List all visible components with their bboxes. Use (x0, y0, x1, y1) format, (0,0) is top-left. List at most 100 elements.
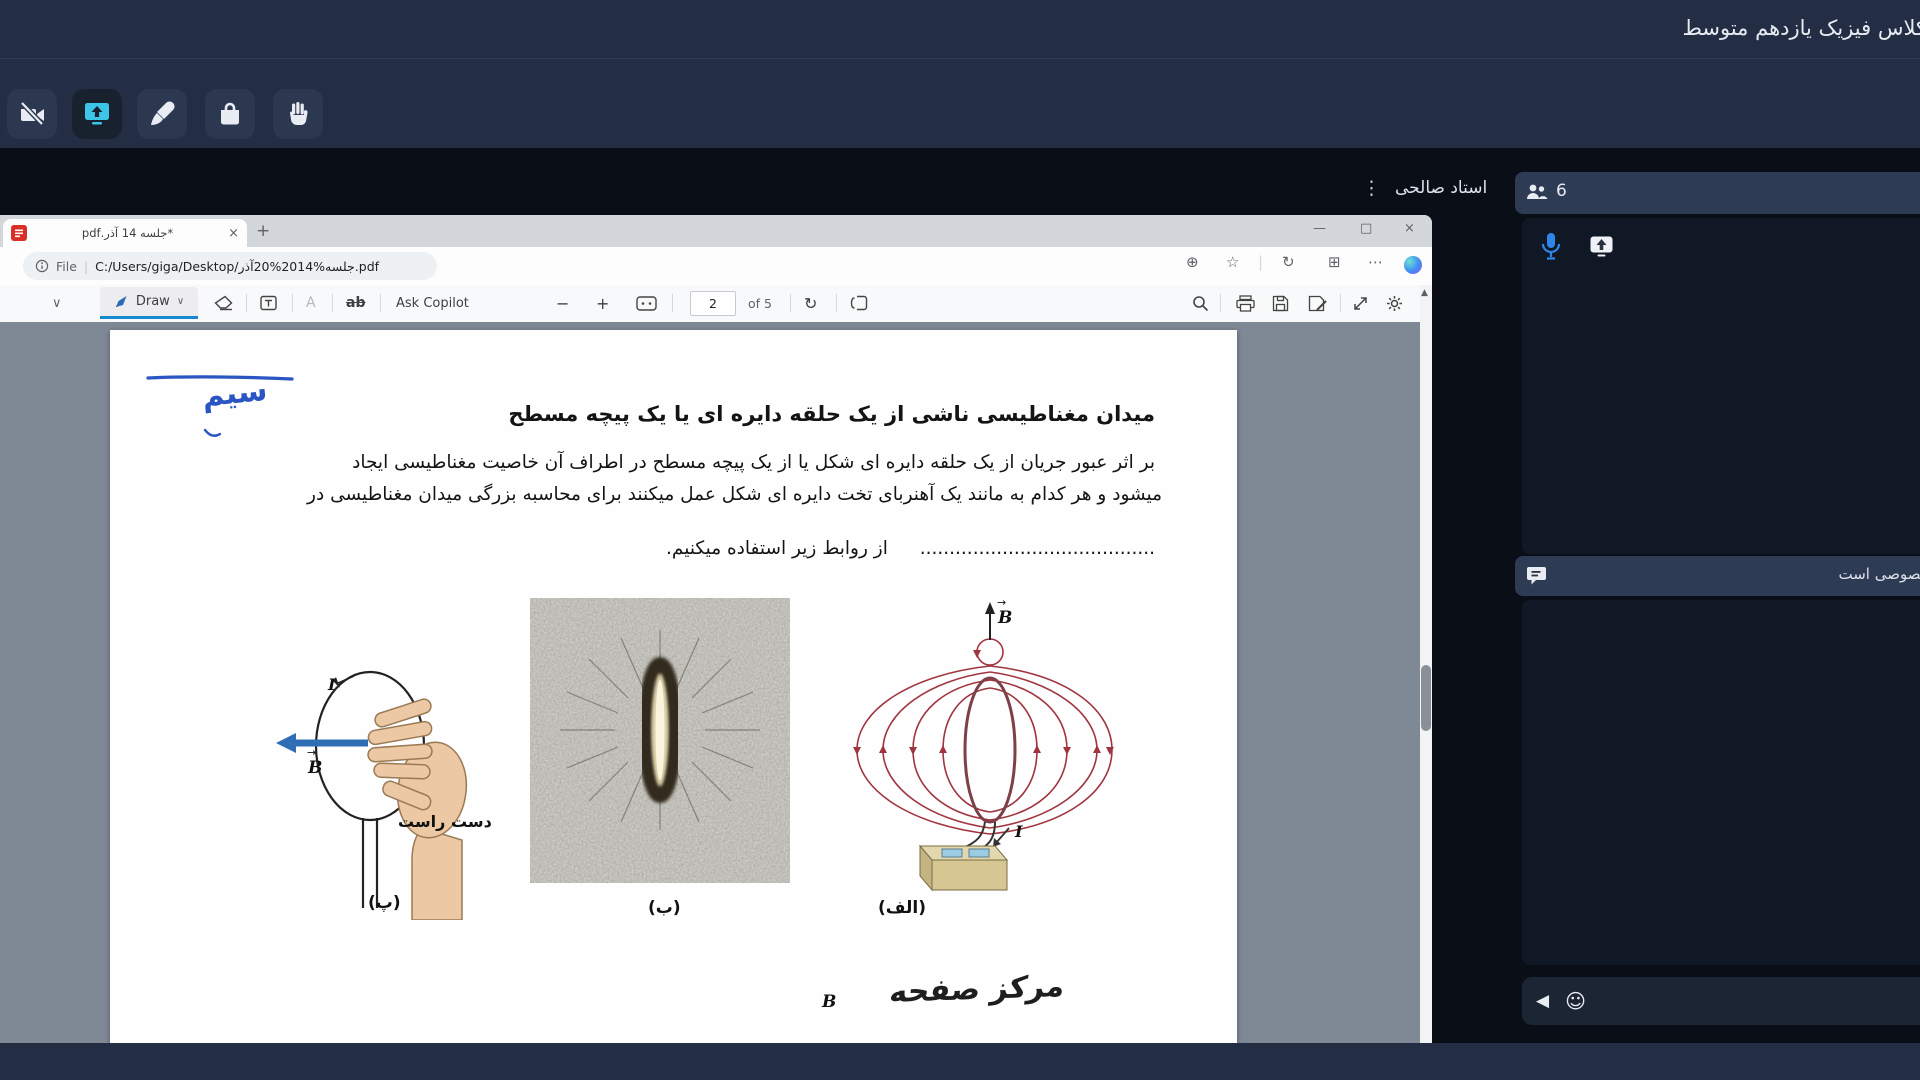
meeting-title-bar: کلاس فیزیک یازدهم متوسط (0, 0, 1920, 58)
divider (332, 294, 333, 312)
pdf-document-area: سیم میدان مغناطیسی ناشی از یک حلقه دایره… (0, 322, 1420, 1080)
rotate-icon[interactable]: ↻ (804, 285, 817, 321)
divider (836, 294, 837, 312)
draw-brush-button[interactable] (137, 89, 187, 139)
figure-label-alef: (الف) (878, 898, 926, 918)
right-hand-rule-figure (276, 670, 468, 920)
online-class-app: کلاس فیزیک یازدهم متوسط استاد صالحی ⋮ *ج… (0, 0, 1920, 1080)
people-icon (1526, 182, 1548, 202)
microphone-icon[interactable] (1540, 232, 1562, 262)
draw-chevron-icon: ∨ (176, 296, 185, 307)
window-maximize-button[interactable]: □ (1360, 221, 1372, 236)
iron-filings-photo (530, 598, 790, 883)
handwritten-b-symbol: B (822, 992, 837, 1012)
browser-tab-pdf[interactable]: *جلسه 14 آذر.pdf × (3, 219, 247, 247)
fullscreen-icon[interactable] (1352, 285, 1369, 321)
pdf-scrollbar-thumb[interactable] (1421, 665, 1431, 731)
search-icon[interactable] (1192, 285, 1209, 321)
section-heading: میدان مغناطیسی ناشی از یک حلقه دایره ای … (508, 402, 1155, 426)
more-menu-icon[interactable]: ⋯ (1368, 255, 1383, 270)
pdf-file-icon (11, 225, 27, 241)
field-lines-figure (853, 602, 1114, 892)
hand-caption: دست راست (398, 812, 492, 831)
divider (380, 294, 381, 312)
draw-label: Draw (135, 294, 170, 309)
hand-icon (285, 101, 311, 127)
divider (1340, 294, 1341, 312)
presenter-name: استاد صالحی (1395, 178, 1488, 198)
fit-to-width-icon[interactable] (636, 285, 657, 321)
pen-icon (114, 294, 129, 309)
kebab-menu-icon[interactable]: ⋮ (1362, 178, 1381, 198)
send-icon[interactable]: ◀ (1536, 991, 1549, 1011)
zoom-in-button[interactable]: + (596, 285, 609, 321)
toolbar-divider: | (1258, 253, 1264, 271)
chat-header-label: خصوصی است (1838, 565, 1920, 583)
new-tab-button[interactable]: + (256, 221, 270, 241)
raise-hand-button[interactable] (273, 89, 323, 139)
brush-icon (149, 101, 175, 127)
screen-share-icon (83, 101, 111, 127)
camera-off-icon (19, 101, 46, 128)
address-url: C:/Users/giga/Desktop/جلسه%2014%20آذر.pd… (95, 258, 380, 274)
draw-tool-button[interactable]: Draw ∨ (100, 287, 198, 319)
browser-address-bar-row: File | C:/Users/giga/Desktop/جلسه%2014%2… (0, 247, 1432, 285)
tab-close-icon[interactable]: × (228, 226, 239, 241)
edge-browser-window: *جلسه 14 آذر.pdf × + — □ × File | C:/Use… (0, 215, 1432, 1080)
extensions-icon[interactable]: ⊞ (1328, 255, 1341, 270)
settings-gear-icon[interactable] (1386, 285, 1403, 321)
body-line-1: بر اثر عبور جریان از یک حلقه دایره ای شک… (352, 452, 1155, 473)
save-as-icon[interactable] (1308, 285, 1327, 321)
address-divider: | (83, 258, 89, 274)
page-view-icon[interactable] (850, 285, 869, 321)
address-bar[interactable]: File | C:/Users/giga/Desktop/جلسه%2014%2… (23, 252, 437, 280)
participants-panel[interactable]: 6 (1515, 172, 1920, 214)
highlight-text-icon[interactable]: ab (346, 285, 365, 321)
vector-arrow-glyph: → (307, 746, 317, 759)
current-label-left: I (328, 675, 336, 694)
chat-header-panel: خصوصی است (1515, 556, 1920, 596)
read-aloud-icon[interactable]: A (306, 285, 316, 321)
favorites-star-icon[interactable]: ☆ (1226, 255, 1239, 270)
chat-input-bar[interactable]: ◀ ☺ نید (1522, 977, 1920, 1025)
screen-share-status-icon (1590, 236, 1613, 257)
page-number-input[interactable]: 2 (690, 291, 736, 316)
window-close-button[interactable]: × (1404, 221, 1415, 236)
chat-messages-panel: میشن aوC (1522, 600, 1920, 965)
pen-annotation-text: سیم (200, 372, 269, 415)
presenter-row: استاد صالحی ⋮ (1362, 178, 1487, 198)
emoji-icon[interactable]: ☺ (1565, 989, 1586, 1013)
scroll-up-icon[interactable]: ▲ (1421, 288, 1428, 298)
screen-share-button[interactable] (72, 89, 122, 139)
body-line-2: میشود و هر کدام به مانند یک آهنربای تخت … (307, 484, 1162, 505)
text-box-icon[interactable] (260, 285, 277, 321)
current-label-right: I (1015, 822, 1023, 841)
eraser-icon[interactable] (214, 285, 233, 321)
zoom-page-icon[interactable]: ⊕ (1186, 255, 1199, 270)
vector-arrow-glyph: → (997, 596, 1007, 609)
window-minimize-button[interactable]: — (1313, 221, 1326, 236)
field-vector-label-left: B (308, 758, 323, 778)
body-line-3-text: از روابط زیر استفاده میکنیم. (666, 538, 888, 559)
fill-in-dots: ........................................ (919, 538, 1155, 559)
zoom-out-button[interactable]: − (556, 285, 569, 321)
toolbar-chevron-icon[interactable]: ∨ (52, 285, 62, 321)
webcam-panel (1522, 218, 1920, 554)
page-count-label: of 5 (748, 295, 772, 311)
main-toolbar (0, 58, 1920, 149)
divider (790, 294, 791, 312)
bottom-bar (0, 1043, 1920, 1080)
print-icon[interactable] (1236, 285, 1255, 321)
ask-copilot-button[interactable]: Ask Copilot (396, 285, 469, 321)
refresh-icon[interactable]: ↻ (1282, 255, 1295, 270)
save-icon[interactable] (1272, 285, 1289, 321)
divider (292, 294, 293, 312)
handwritten-note: مرکز صفحه (887, 968, 1067, 1011)
divider (672, 294, 673, 312)
files-button[interactable] (205, 89, 255, 139)
info-icon (35, 259, 49, 273)
camera-off-button[interactable] (7, 89, 57, 139)
divider (1220, 294, 1221, 312)
figure-label-b: (ب) (648, 898, 681, 918)
copilot-icon[interactable] (1404, 256, 1422, 274)
